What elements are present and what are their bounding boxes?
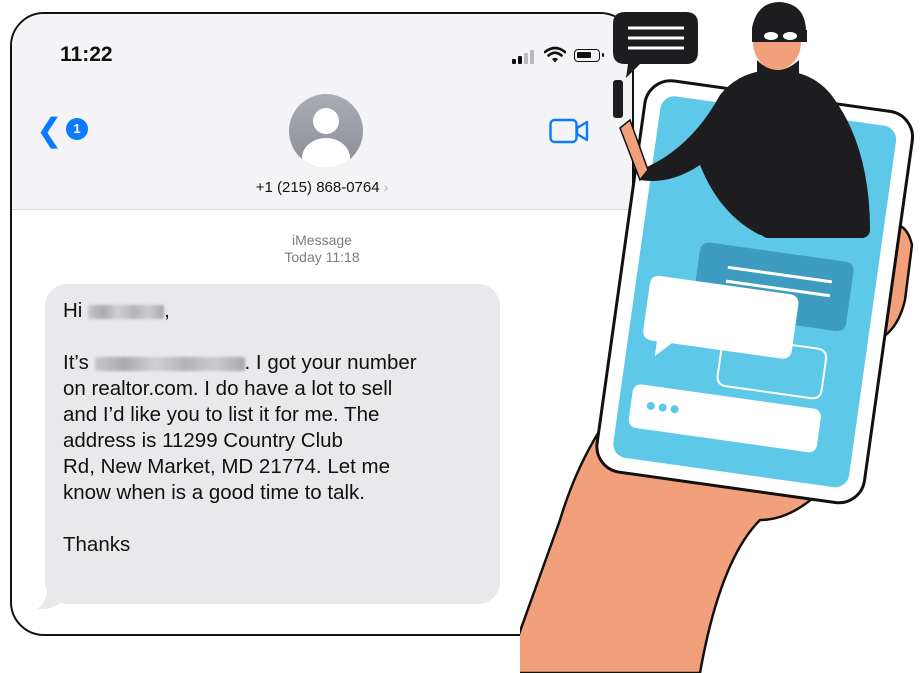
redacted-sender-name [94,356,245,371]
body-line: Rd, New Market, MD 21774. Let me [63,455,390,478]
signoff-line: Thanks [63,533,131,556]
back-button[interactable]: ❮ 1 [36,112,90,148]
unread-count-badge: 1 [66,118,88,140]
intro-line: It’s . I got your number [63,351,417,374]
body-line: address is 11299 Country Club [63,429,343,452]
scammer-phone-illustration [520,2,915,673]
bubble-tail [37,588,59,610]
greeting-line: Hi , [63,299,170,322]
body-line: on realtor.com. I do have a lot to sell [63,377,393,400]
speech-bubble-icon [613,12,698,78]
redacted-name [88,304,165,319]
incoming-message-bubble[interactable]: Hi , It’s . I got your number on realtor… [45,284,500,604]
chevron-right-icon: › [383,179,389,195]
status-time: 11:22 [60,43,113,66]
body-line: know when is a good time to talk. [63,481,365,504]
chevron-left-icon: ❮ [36,112,63,148]
contact-avatar[interactable] [289,94,363,168]
contact-number: +1 (215) 868-0764 [255,179,380,196]
body-line: and I’d like you to list it for me. The [63,403,380,426]
